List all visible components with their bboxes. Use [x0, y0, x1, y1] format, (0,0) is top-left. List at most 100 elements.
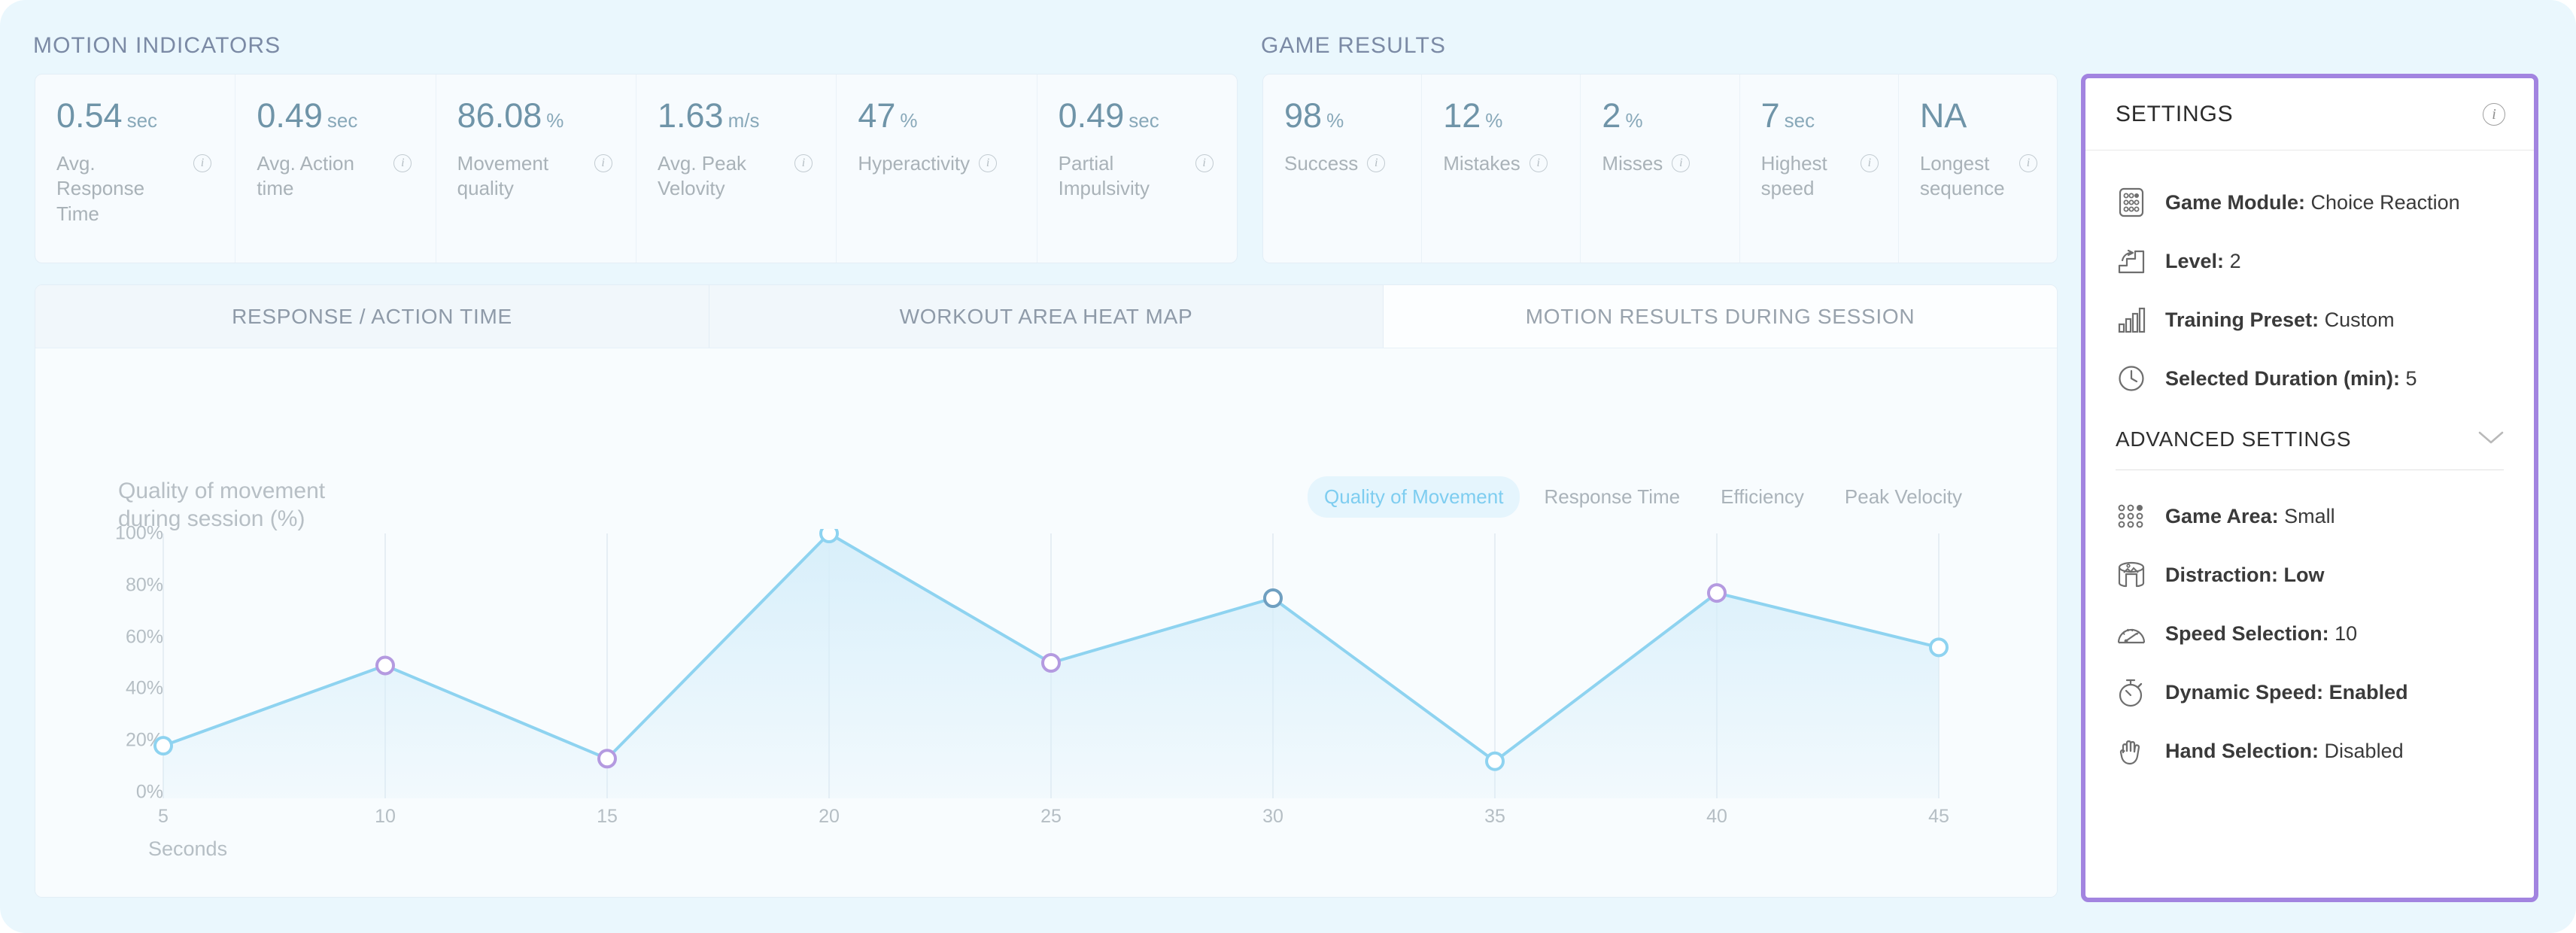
setting-label: Dynamic Speed: Enabled	[2165, 680, 2408, 704]
motion-indicators-panel: 0.54 sec Avg. Response Time i 0.49 sec Avg. Ac…	[35, 74, 1238, 263]
motion-indicators-title: MOTION INDICATORS	[33, 33, 281, 58]
setting-label: Distraction: Low	[2165, 563, 2325, 586]
advanced-settings-list: Game Area: Small Distraction: Low Speed Se…	[2116, 470, 2504, 780]
metric-number: 0.49	[257, 96, 323, 135]
metric-number: 7	[1760, 96, 1780, 135]
metric-label: Mistakes	[1443, 152, 1520, 175]
metric-number: 86.08	[457, 96, 542, 135]
metric-label: Misses	[1602, 152, 1663, 175]
info-icon[interactable]: i	[193, 154, 211, 172]
setting-text: Distraction: Low	[2165, 564, 2325, 587]
metric-card: 0.54 sec Avg. Response Time i	[35, 74, 236, 263]
hand-icon	[2116, 735, 2147, 767]
info-icon[interactable]: i	[2019, 154, 2038, 172]
metric-value: 0.49 sec	[257, 99, 415, 132]
info-icon[interactable]: i	[1367, 154, 1386, 172]
info-icon[interactable]: i	[979, 154, 998, 172]
setting-row-stairs-arrow[interactable]: Level: 2	[2116, 232, 2504, 290]
game-results-title: GAME RESULTS	[1261, 33, 1447, 58]
x-axis-tick: 25	[1040, 806, 1062, 827]
tab-2[interactable]: MOTION RESULTS DURING SESSION	[1384, 285, 2057, 348]
metric-value: 0.49 sec	[1059, 99, 1217, 132]
metric-label: Highest speed	[1760, 152, 1827, 200]
dot-grid-icon	[2116, 500, 2147, 532]
data-point-marker[interactable]	[153, 736, 173, 756]
settings-header: SETTINGS i	[2085, 78, 2534, 150]
metric-card: 0.49 sec Partial Impulsivity i	[1037, 74, 1237, 263]
metric-number: 0.54	[56, 96, 123, 135]
clock-icon	[2116, 363, 2147, 394]
setting-row-dice-grid[interactable]: Game Module: Choice Reaction	[2116, 173, 2504, 232]
advanced-settings-toggle[interactable]: ADVANCED SETTINGS	[2116, 427, 2504, 470]
metric-label-row: Partial Impulsivity i	[1059, 151, 1217, 202]
metric-label: Avg. Response Time	[56, 152, 145, 225]
metric-label-row: Success i	[1284, 151, 1402, 176]
stairs-arrow-icon	[2116, 245, 2147, 277]
metric-label-row: Avg. Action time i	[257, 151, 415, 202]
data-point-marker[interactable]	[1929, 637, 1949, 658]
setting-row-dot-grid[interactable]: Game Area: Small	[2116, 487, 2504, 546]
setting-row-stopwatch[interactable]: Dynamic Speed: Enabled	[2116, 663, 2504, 722]
settings-list: Game Module: Choice Reaction Level: 2 Trai…	[2116, 173, 2504, 408]
tab-1[interactable]: WORKOUT AREA HEAT MAP	[709, 285, 1384, 348]
tab-bar: RESPONSE / ACTION TIME WORKOUT AREA HEAT …	[35, 285, 2057, 348]
dice-grid-icon	[2116, 187, 2147, 218]
chart-filter-3[interactable]: Peak Velocity	[1828, 476, 1979, 518]
chart-x-axis-label: Seconds	[148, 837, 228, 860]
setting-text: Game Area: Small	[2165, 505, 2335, 528]
setting-value: Custom	[2324, 308, 2395, 331]
setting-row-clock[interactable]: Selected Duration (min): 5	[2116, 349, 2504, 408]
info-icon[interactable]: i	[393, 154, 412, 172]
info-icon[interactable]: i	[2483, 102, 2505, 126]
metric-label: Hyperactivity	[858, 152, 971, 175]
chart-filter-0[interactable]: Quality of Movement	[1308, 476, 1520, 518]
metric-value: 98%	[1284, 99, 1402, 132]
cylinder-image-icon	[2116, 559, 2147, 591]
metric-unit: %	[546, 109, 564, 132]
setting-value: 10	[2334, 621, 2358, 645]
chart-filter-2[interactable]: Efficiency	[1704, 476, 1821, 518]
tab-0[interactable]: RESPONSE / ACTION TIME	[35, 285, 709, 348]
setting-text: Training Preset: Custom	[2165, 308, 2395, 332]
settings-panel: SETTINGS i Game Module: Choice Reaction L…	[2081, 74, 2538, 902]
setting-row-speedometer[interactable]: Speed Selection: 10	[2116, 604, 2504, 663]
metric-label-row: Highest speed i	[1761, 151, 1879, 202]
metric-number: NA	[1919, 96, 1967, 135]
setting-text: Selected Duration (min): 5	[2165, 367, 2417, 391]
metric-unit: sec	[327, 109, 358, 132]
data-point-marker[interactable]	[1041, 653, 1061, 673]
info-icon[interactable]: i	[1860, 154, 1879, 172]
info-icon[interactable]: i	[1529, 154, 1548, 172]
metric-unit: %	[1625, 109, 1643, 132]
chart-filter-group[interactable]: Quality of Movement Response Time Efficien…	[1308, 476, 1979, 518]
metric-value: NA	[1920, 99, 2037, 132]
x-axis-tick: 20	[819, 806, 840, 827]
dashboard-root: MOTION INDICATORS GAME RESULTS 0.54 sec Av…	[0, 0, 2576, 933]
metric-unit: sec	[1784, 109, 1815, 132]
x-axis-tick: 30	[1262, 806, 1283, 827]
x-axis-tick: 45	[1928, 806, 1949, 827]
metric-value: 2%	[1602, 99, 1719, 132]
data-point-marker[interactable]	[597, 749, 617, 769]
setting-label: Training Preset:	[2165, 308, 2319, 331]
metric-label: Success	[1284, 152, 1359, 175]
data-point-marker[interactable]	[1707, 583, 1727, 603]
setting-row-bar-chart[interactable]: Training Preset: Custom	[2116, 290, 2504, 349]
metric-value: 47%	[858, 99, 1016, 132]
metric-label-row: Movement quality i	[457, 151, 616, 202]
setting-label: Hand Selection:	[2165, 739, 2319, 762]
chart-filter-1[interactable]: Response Time	[1527, 476, 1697, 518]
info-icon[interactable]: i	[1672, 154, 1690, 172]
metric-unit: %	[1485, 109, 1503, 132]
data-point-marker[interactable]	[1263, 588, 1283, 608]
setting-row-hand[interactable]: Hand Selection: Disabled	[2116, 722, 2504, 780]
setting-row-cylinder-image[interactable]: Distraction: Low	[2116, 546, 2504, 604]
data-point-marker[interactable]	[375, 655, 395, 676]
info-icon[interactable]: i	[1195, 154, 1214, 172]
info-icon[interactable]: i	[794, 154, 813, 172]
metric-label: Avg. Action time	[257, 152, 354, 200]
data-point-marker[interactable]	[819, 529, 839, 543]
data-point-marker[interactable]	[1485, 751, 1505, 771]
chart-heading-line1: Quality of movement	[118, 479, 326, 503]
info-icon[interactable]: i	[594, 154, 612, 172]
